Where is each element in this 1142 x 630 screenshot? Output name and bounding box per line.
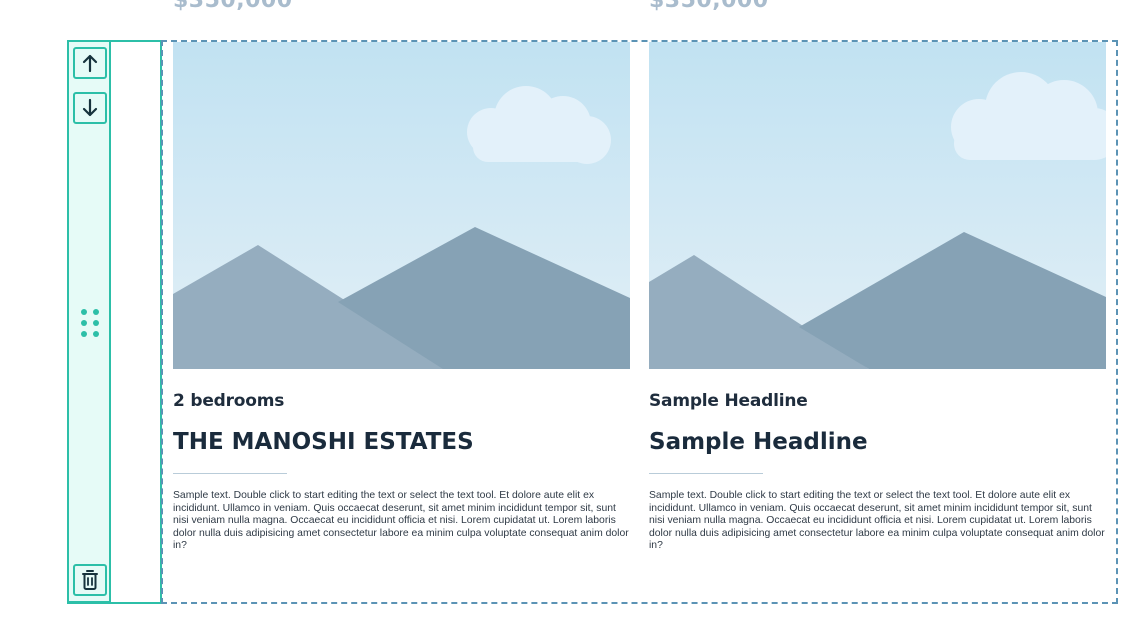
divider-line [173, 473, 287, 474]
drag-dot [93, 331, 99, 337]
card-body-text[interactable]: Sample text. Double click to start editi… [173, 490, 629, 553]
drag-dot [93, 309, 99, 315]
card-headline[interactable]: THE MANOSHI ESTATES [173, 429, 630, 455]
move-up-button[interactable] [73, 47, 107, 79]
move-down-button[interactable] [73, 92, 107, 124]
drag-dot [81, 331, 87, 337]
drag-dot [81, 320, 87, 326]
drag-dot [81, 309, 87, 315]
price-text-clipped: $350,000 [173, 0, 293, 13]
landscape-image-icon [173, 42, 630, 369]
price-text-clipped: $350,000 [649, 0, 769, 13]
arrow-up-icon [82, 54, 98, 73]
listing-card[interactable]: 2 bedrooms THE MANOSHI ESTATES Sample te… [173, 42, 630, 553]
drag-handle[interactable] [80, 305, 100, 341]
card-subheadline[interactable]: Sample Headline [649, 391, 1106, 411]
listing-card[interactable]: Sample Headline Sample Headline Sample t… [649, 42, 1106, 553]
arrow-down-icon [82, 98, 98, 117]
drag-dot [93, 320, 99, 326]
trash-icon [82, 570, 98, 590]
divider-line [649, 473, 763, 474]
image-placeholder[interactable] [173, 42, 630, 369]
card-subheadline[interactable]: 2 bedrooms [173, 391, 630, 411]
image-placeholder[interactable] [649, 42, 1106, 369]
card-body-text[interactable]: Sample text. Double click to start editi… [649, 490, 1105, 553]
delete-button[interactable] [73, 564, 107, 596]
landscape-image-icon [649, 42, 1106, 369]
card-headline[interactable]: Sample Headline [649, 429, 1106, 455]
